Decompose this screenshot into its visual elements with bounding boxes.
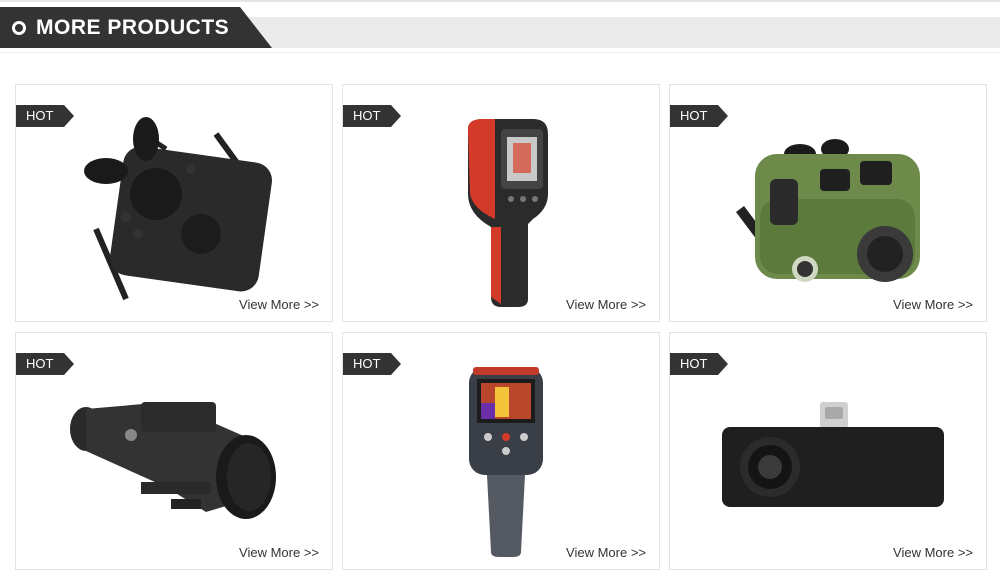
hot-badge: HOT <box>670 105 728 127</box>
hot-badge: HOT <box>343 353 401 375</box>
section-title: MORE PRODUCTS <box>36 15 230 39</box>
hot-badge: HOT <box>16 353 74 375</box>
view-more-link[interactable]: View More >> <box>893 297 973 312</box>
top-divider <box>0 0 1000 2</box>
product-card[interactable]: HOT View More >> <box>669 84 987 322</box>
thermal-binocular-icon[interactable] <box>56 99 296 309</box>
hot-badge: HOT <box>670 353 728 375</box>
product-card[interactable]: HOT View More >> <box>15 84 333 322</box>
view-more-link[interactable]: View More >> <box>566 297 646 312</box>
product-card[interactable]: HOT View More >> <box>342 84 660 322</box>
handheld-thermal-camera-icon[interactable] <box>383 99 623 309</box>
view-more-link[interactable]: View More >> <box>566 545 646 560</box>
thermal-rifle-scope-icon[interactable] <box>56 347 296 557</box>
product-card[interactable]: HOT View More >> <box>669 332 987 570</box>
product-card[interactable]: HOT View More >> <box>15 332 333 570</box>
thermal-imaging-camera-icon[interactable] <box>383 347 623 557</box>
green-thermal-binocular-icon[interactable] <box>710 99 950 309</box>
view-more-link[interactable]: View More >> <box>893 545 973 560</box>
hot-badge: HOT <box>16 105 74 127</box>
usb-c-thermal-module-icon[interactable] <box>710 347 950 557</box>
circle-bullet-icon <box>12 20 26 35</box>
product-card[interactable]: HOT View More >> <box>342 332 660 570</box>
view-more-link[interactable]: View More >> <box>239 297 319 312</box>
hot-badge: HOT <box>343 105 401 127</box>
section-header: MORE PRODUCTS <box>0 7 272 48</box>
view-more-link[interactable]: View More >> <box>239 545 319 560</box>
